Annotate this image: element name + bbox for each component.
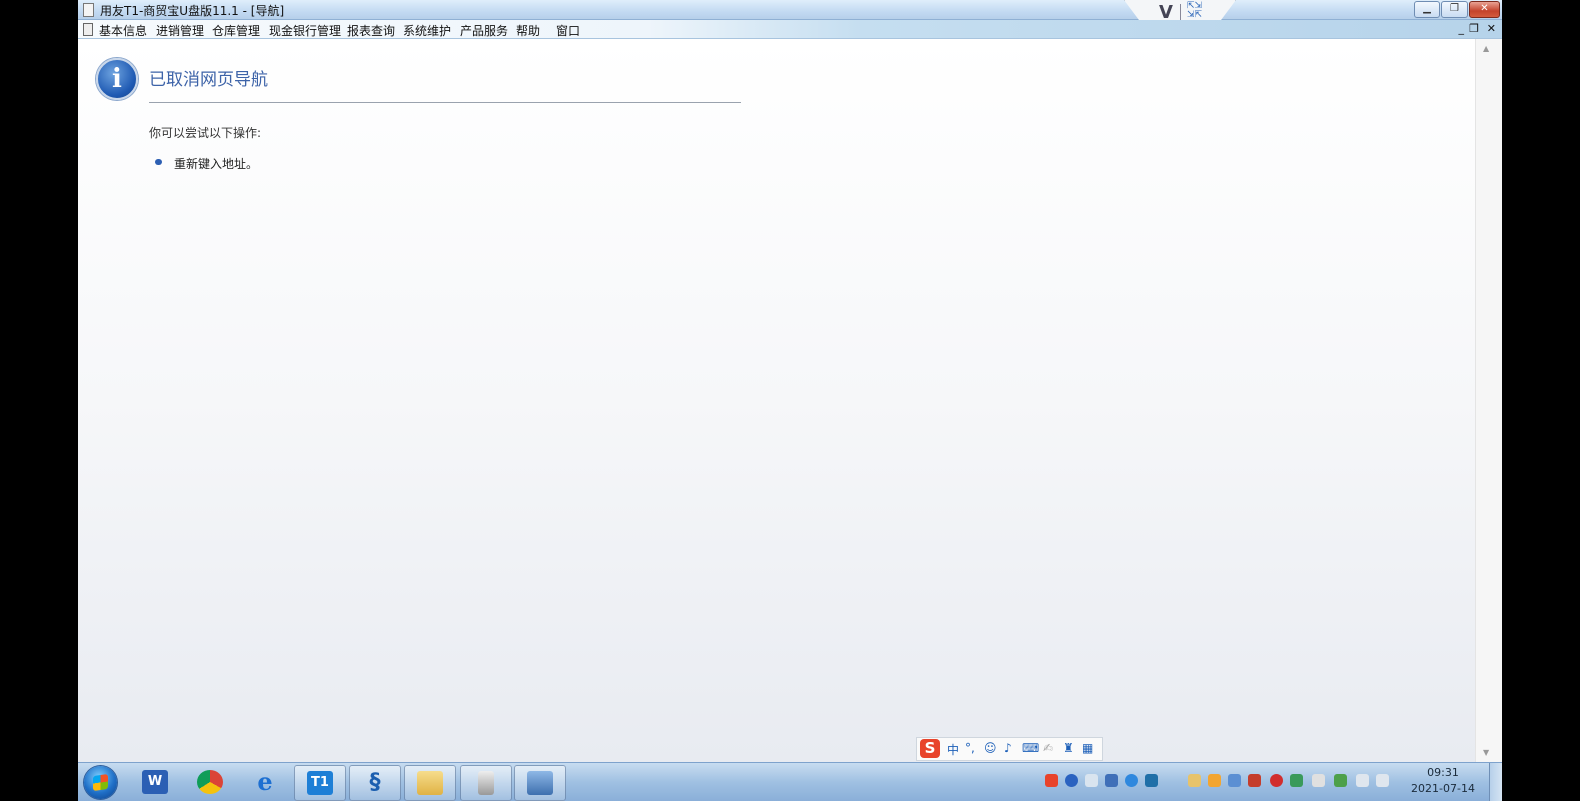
sogou-tray-icon[interactable] xyxy=(1045,774,1058,787)
no-connection-icon[interactable] xyxy=(1312,774,1325,787)
antivirus-icon[interactable] xyxy=(1270,774,1283,787)
menu-item-system[interactable]: 系统维护 xyxy=(403,22,451,39)
menu-item-reports[interactable]: 报表查询 xyxy=(347,22,395,39)
system-tray xyxy=(1038,765,1398,799)
t1-icon: T1 xyxy=(307,771,333,795)
music-icon[interactable] xyxy=(1105,774,1118,787)
help-icon[interactable] xyxy=(1065,774,1078,787)
divider xyxy=(1180,4,1181,20)
taskbar-word[interactable]: W xyxy=(130,765,180,799)
taskbar-usb[interactable] xyxy=(460,765,512,801)
microphone-icon[interactable]: ♪ xyxy=(1004,741,1012,755)
windows-logo-icon xyxy=(93,773,108,792)
k-icon[interactable] xyxy=(1125,774,1138,787)
ie-icon: e xyxy=(257,767,273,796)
taskbar-t1[interactable]: T1 xyxy=(294,765,346,801)
minimize-button[interactable]: ▁ xyxy=(1414,1,1440,18)
taskbar-explorer[interactable] xyxy=(404,765,456,801)
ime-mode-toggle[interactable]: 中 xyxy=(947,741,959,758)
emoji-icon[interactable]: ☺ xyxy=(984,741,997,755)
keyboard-icon[interactable]: ⌨ xyxy=(1022,741,1039,755)
window-title: 用友T1-商贸宝U盘版11.1 - [导航] xyxy=(100,4,285,18)
hand-icon[interactable] xyxy=(1188,774,1201,787)
taskbar-remote[interactable] xyxy=(514,765,566,801)
suggestion-item: 重新键入地址。 xyxy=(174,157,259,171)
app-icon[interactable] xyxy=(83,3,94,17)
clock-time: 09:31 xyxy=(1427,766,1459,779)
mdi-minimize-button[interactable]: _ xyxy=(1459,22,1465,35)
close-button[interactable]: ✕ xyxy=(1469,1,1500,18)
page-title: 已取消网页导航 xyxy=(149,70,268,90)
info-icon: i xyxy=(96,58,138,100)
taskbar: W e T1 § 09:31 2021-07-14 xyxy=(78,762,1502,801)
network-status-icon[interactable] xyxy=(1376,774,1389,787)
explorer-icon xyxy=(417,771,443,795)
menu-item-basic-info[interactable]: 基本信息 xyxy=(99,22,147,39)
menu-bar: 基本信息 进销管理 仓库管理 现金银行管理 报表查询 系统维护 产品服务 帮助 … xyxy=(78,20,1502,39)
taskbar-chrome[interactable] xyxy=(185,765,235,799)
punctuation-icon[interactable]: °, xyxy=(965,741,975,755)
sogou-logo-icon[interactable]: S xyxy=(920,739,940,758)
divider xyxy=(149,102,741,103)
restore-button[interactable]: ❐ xyxy=(1441,1,1468,18)
toolbox-icon[interactable]: ▦ xyxy=(1082,741,1093,755)
mdi-document-icon[interactable] xyxy=(83,23,93,36)
browser-content: i 已取消网页导航 你可以尝试以下操作: 重新键入地址。 xyxy=(78,39,1475,762)
suggestion-heading: 你可以尝试以下操作: xyxy=(149,126,262,140)
security-icon[interactable] xyxy=(1145,774,1158,787)
chrome-icon xyxy=(197,770,223,794)
clock-date: 2021-07-14 xyxy=(1411,782,1475,795)
menu-item-help[interactable]: 帮助 xyxy=(516,22,540,39)
display-icon[interactable] xyxy=(1228,774,1241,787)
taskbar-ie[interactable]: e xyxy=(240,765,290,799)
fullscreen-icon[interactable]: ⇱⇲ ⇲⇱ xyxy=(1187,2,1205,20)
handwriting-icon[interactable]: ✍ xyxy=(1043,741,1053,755)
mdi-restore-button[interactable]: ❐ xyxy=(1469,22,1479,35)
network-icon[interactable] xyxy=(1085,774,1098,787)
word-icon: W xyxy=(142,770,168,794)
battery-icon[interactable] xyxy=(1334,774,1347,787)
sync-icon: § xyxy=(369,770,381,795)
menu-item-cash-bank[interactable]: 现金银行管理 xyxy=(269,22,341,39)
menu-item-purchase-sales[interactable]: 进销管理 xyxy=(156,22,204,39)
application-window: 用友T1-商贸宝U盘版11.1 - [导航] V ⇱⇲ ⇲⇱ ▁ ❐ ✕ 基本信息… xyxy=(78,0,1502,801)
scroll-down-icon[interactable]: ▼ xyxy=(1483,748,1489,757)
close-icon: ✕ xyxy=(1480,3,1489,14)
show-desktop-button[interactable] xyxy=(1489,763,1502,801)
title-bar: 用友T1-商贸宝U盘版11.1 - [导航] V ⇱⇲ ⇲⇱ ▁ ❐ ✕ xyxy=(78,0,1502,27)
menu-item-window[interactable]: 窗口 xyxy=(556,22,580,39)
menu-item-product-service[interactable]: 产品服务 xyxy=(460,22,508,39)
remote-desktop-icon xyxy=(527,771,553,795)
shield-icon[interactable] xyxy=(1208,774,1221,787)
monitor-icon[interactable] xyxy=(1290,774,1303,787)
minimize-icon: ▁ xyxy=(1423,3,1431,14)
start-button[interactable] xyxy=(84,766,117,799)
restore-icon: ❐ xyxy=(1450,3,1459,14)
clock[interactable]: 09:31 2021-07-14 xyxy=(1398,765,1488,797)
ime-toolbar: S 中 °, ☺ ♪ ⌨ ✍ ♜ ▦ xyxy=(916,737,1103,761)
speaker-icon[interactable] xyxy=(1248,774,1261,787)
usb-drive-icon xyxy=(478,771,494,795)
taskbar-sync[interactable]: § xyxy=(349,765,401,801)
volume-icon[interactable] xyxy=(1356,774,1369,787)
bullet-icon xyxy=(155,159,162,165)
vertical-scrollbar[interactable]: ▲ ▼ xyxy=(1475,39,1502,762)
mdi-close-button[interactable]: ✕ xyxy=(1487,22,1496,35)
skin-shirt-icon[interactable]: ♜ xyxy=(1063,741,1074,755)
scroll-up-icon[interactable]: ▲ xyxy=(1483,44,1489,53)
menu-item-warehouse[interactable]: 仓库管理 xyxy=(212,22,260,39)
